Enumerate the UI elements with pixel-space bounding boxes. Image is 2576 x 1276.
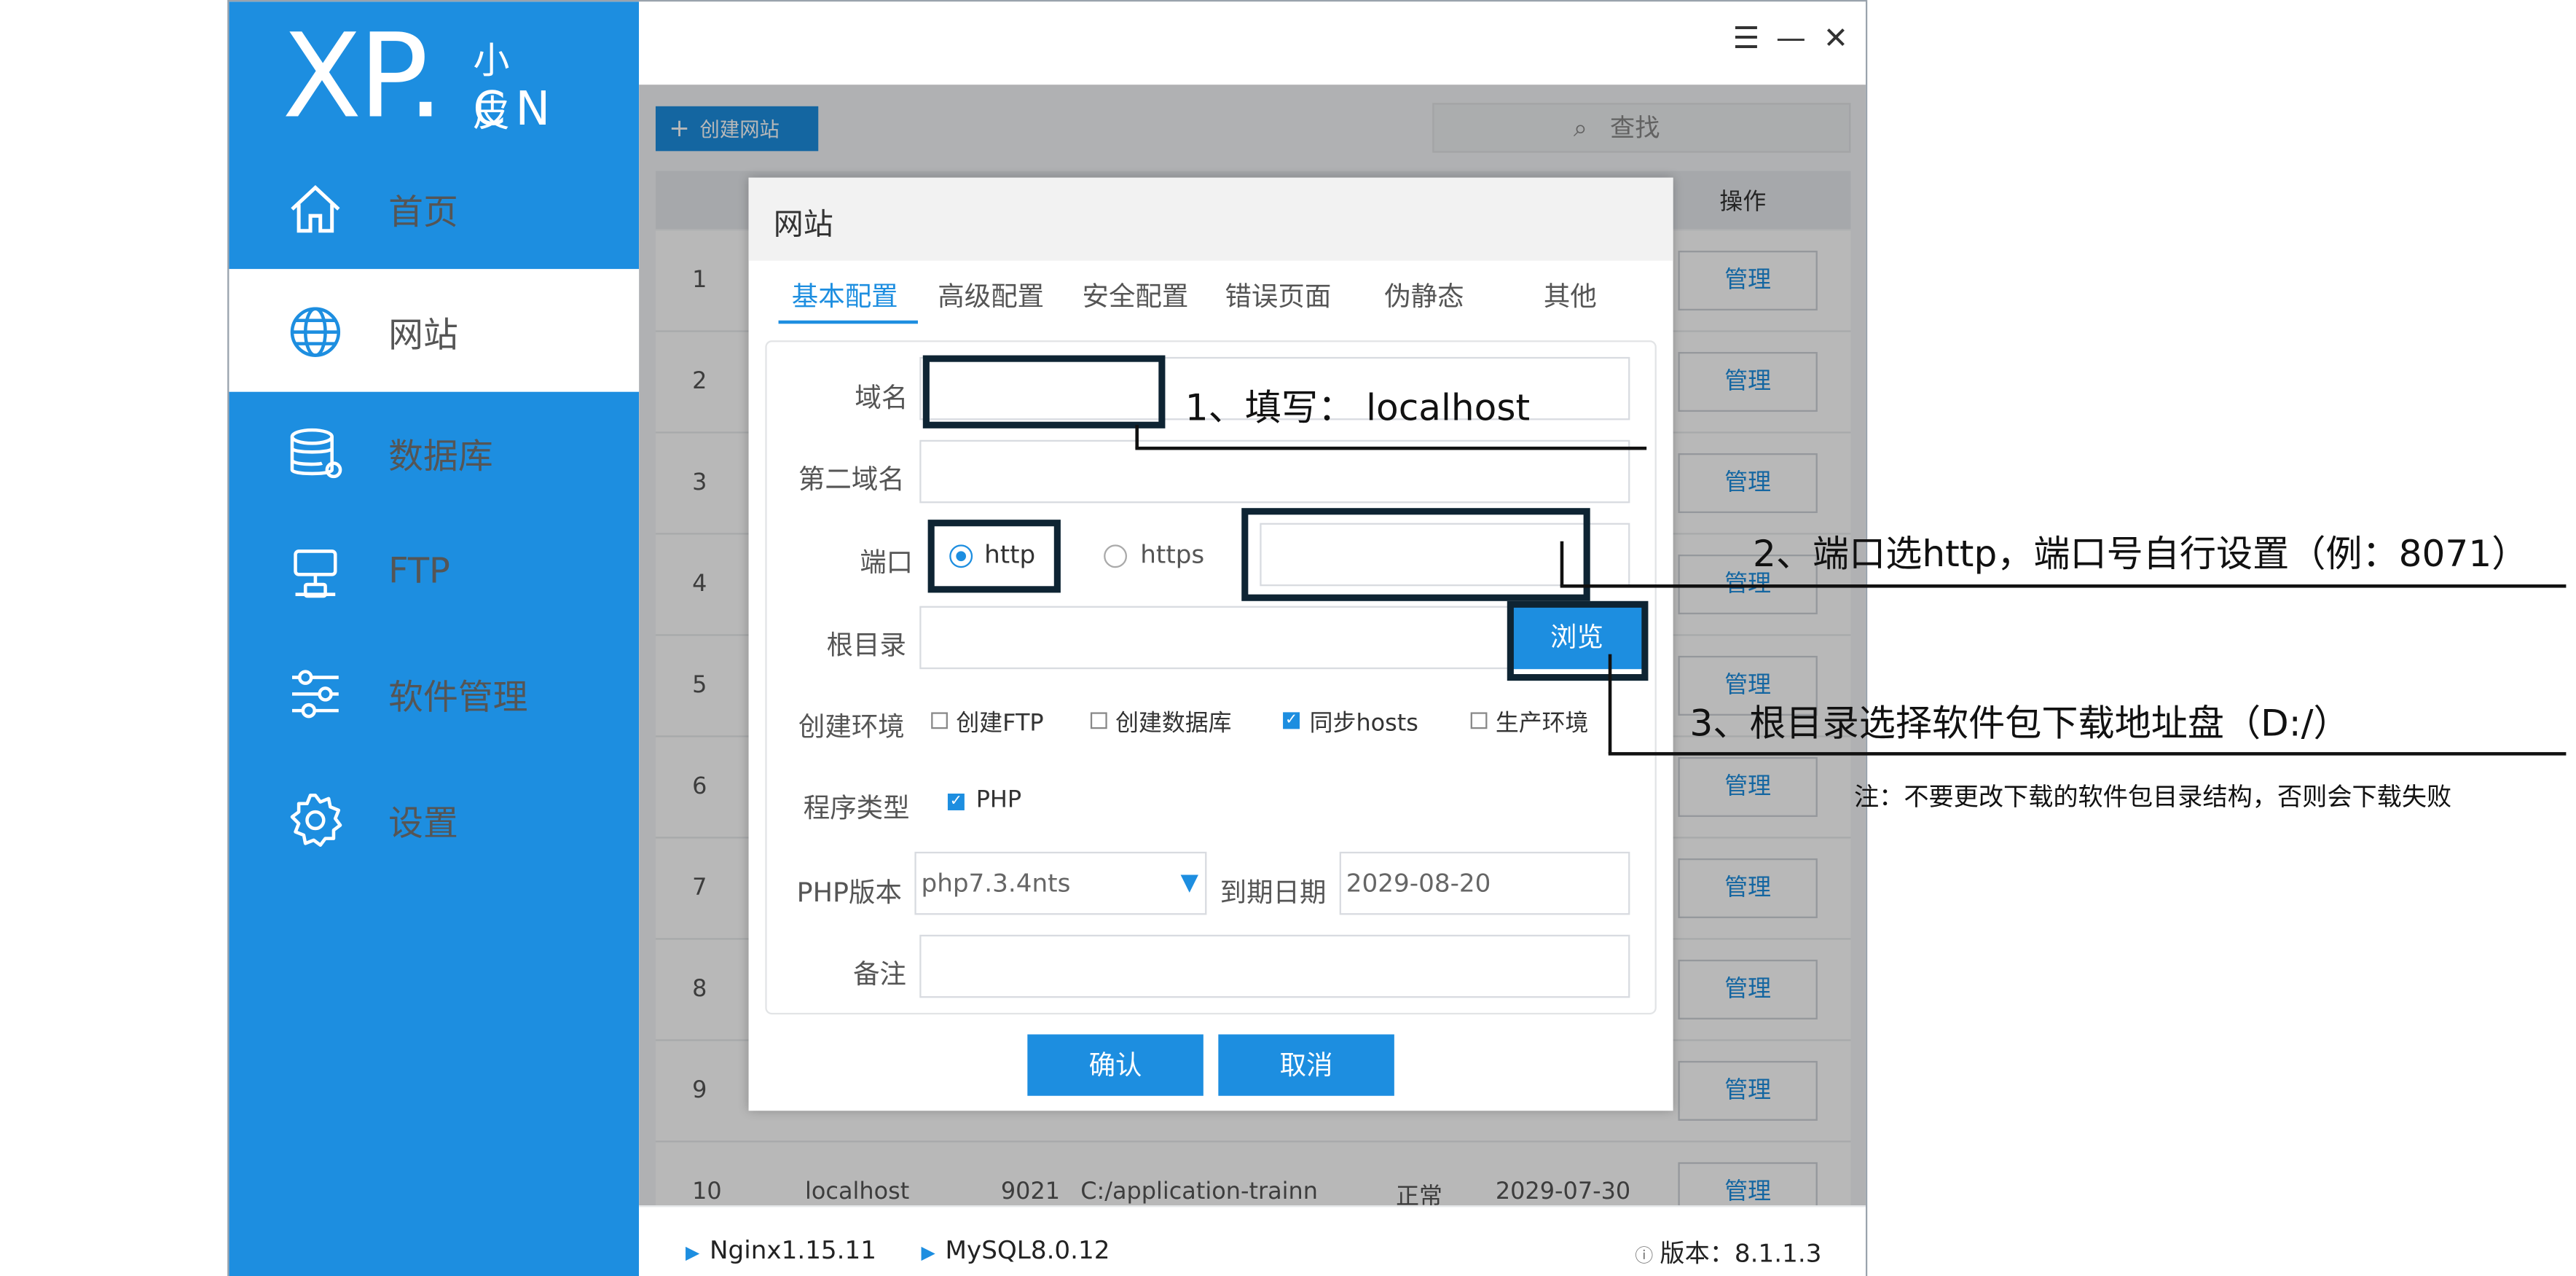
tab-security[interactable]: 安全配置 xyxy=(1083,274,1189,314)
sidebar-item-settings[interactable]: 设置 xyxy=(229,757,639,880)
note-label: 备注 xyxy=(853,958,907,990)
tab-advanced[interactable]: 高级配置 xyxy=(938,274,1044,314)
root-dir-label: 根目录 xyxy=(826,629,907,661)
port-label: 端口 xyxy=(860,546,914,578)
tab-basic[interactable]: 基本配置 xyxy=(792,274,898,314)
logo-xp: XP. xyxy=(282,8,444,145)
annotation-line-2b xyxy=(1560,584,2567,588)
sidebar-item-label: 设置 xyxy=(388,803,458,844)
annotation-step1: 1、填写： localhost xyxy=(1185,388,1531,431)
annotation-box-http xyxy=(927,520,1061,593)
annotation-line-1a xyxy=(1135,425,1139,449)
screenshot-stage: XP. 小皮 CN 首页 网站 数据库 FTP 软件管理 设置 ☰ — ✕ + … xyxy=(0,0,2576,1276)
php-version-select[interactable]: php7.3.4nts ▼ xyxy=(914,851,1207,915)
active-tab-indicator xyxy=(778,320,918,324)
php-version-value: php7.3.4nts xyxy=(921,868,1071,899)
play-icon: ▶ xyxy=(685,1242,700,1264)
sidebar-item-label: 首页 xyxy=(388,192,458,232)
tab-error-page[interactable]: 错误页面 xyxy=(1225,274,1331,314)
home-icon xyxy=(291,185,340,233)
program-type-label: 程序类型 xyxy=(803,791,910,824)
sliders-icon xyxy=(291,670,339,719)
info-icon: ⓘ xyxy=(1635,1245,1654,1267)
sidebar-item-home[interactable]: 首页 xyxy=(229,146,639,269)
annotation-line-3a xyxy=(1608,654,1612,754)
sync-hosts-label: 同步hosts xyxy=(1309,711,1418,737)
root-dir-input[interactable] xyxy=(919,606,1517,670)
create-ftp-label: 创建FTP xyxy=(956,711,1044,737)
title-bar: ☰ — ✕ xyxy=(639,1,1866,85)
expire-date-input[interactable]: 2029-08-20 xyxy=(1339,851,1630,915)
create-db-checkbox[interactable] xyxy=(1090,712,1107,729)
dialog-title: 网站 xyxy=(773,207,833,243)
database-icon xyxy=(290,428,342,479)
sidebar-item-ftp[interactable]: FTP xyxy=(229,512,639,635)
sidebar-item-database[interactable]: 数据库 xyxy=(229,390,639,513)
php-checkbox[interactable]: ✓ xyxy=(947,794,965,810)
cancel-button[interactable]: 取消 xyxy=(1218,1034,1394,1096)
tab-rewrite[interactable]: 伪静态 xyxy=(1384,274,1464,314)
gear-icon xyxy=(290,794,342,847)
create-db-label: 创建数据库 xyxy=(1115,711,1232,737)
menu-icon[interactable]: ☰ xyxy=(1729,22,1763,58)
nginx-status[interactable]: ▶ Nginx1.15.11 xyxy=(686,1235,876,1265)
status-bar: ▶ Nginx1.15.11 ▶ MySQL8.0.12 ⓘ 版本：8.1.1.3 xyxy=(639,1205,1866,1276)
env-label: 创建环境 xyxy=(798,711,905,743)
dropdown-arrow-icon: ▼ xyxy=(1180,869,1199,897)
close-icon[interactable]: ✕ xyxy=(1819,22,1853,58)
annotation-step3: 3、根目录选择软件包下载地址盘（D:/） xyxy=(1689,704,2350,746)
sidebar-item-label: 数据库 xyxy=(388,437,493,477)
sync-hosts-checkbox[interactable]: ✓ xyxy=(1283,712,1300,729)
https-radio-label: https xyxy=(1140,539,1205,570)
minimize-icon[interactable]: — xyxy=(1775,22,1808,58)
annotation-line-1b xyxy=(1135,446,1647,450)
sidebar-item-label: 网站 xyxy=(388,315,458,356)
https-radio[interactable] xyxy=(1104,544,1128,568)
sidebar-item-label: 软件管理 xyxy=(388,677,528,718)
php-version-label: PHP版本 xyxy=(796,876,902,909)
annotation-note: 注：不要更改下载的软件包目录结构，否则会下载失败 xyxy=(1853,782,2452,813)
globe-icon xyxy=(290,307,341,357)
version-info: ⓘ 版本：8.1.1.3 xyxy=(1635,1235,1821,1270)
note-input[interactable] xyxy=(919,934,1630,998)
php-label: PHP xyxy=(975,786,1022,814)
production-env-label: 生产环境 xyxy=(1495,711,1589,737)
sidebar-item-website[interactable]: 网站 xyxy=(229,269,640,392)
annotation-line-2a xyxy=(1560,541,1564,587)
mysql-label: MySQL8.0.12 xyxy=(945,1235,1110,1266)
annotation-box-domain xyxy=(922,355,1166,428)
annotation-box-browse xyxy=(1507,600,1649,681)
dialog-header: 网站 xyxy=(748,177,1673,261)
production-env-checkbox[interactable] xyxy=(1470,712,1488,729)
sidebar-item-software[interactable]: 软件管理 xyxy=(229,631,639,754)
nginx-label: Nginx1.15.11 xyxy=(709,1235,877,1266)
tab-other[interactable]: 其他 xyxy=(1544,274,1597,314)
annotation-box-port xyxy=(1241,508,1590,601)
version-label: 版本：8.1.1.3 xyxy=(1660,1238,1822,1269)
sidebar-item-label: FTP xyxy=(388,551,450,592)
expire-date-label: 到期日期 xyxy=(1220,876,1327,909)
annotation-line-3b xyxy=(1608,752,2567,756)
second-domain-label: 第二域名 xyxy=(798,463,905,495)
annotation-step2: 2、端口选http，端口号自行设置（例：8071） xyxy=(1752,534,2529,576)
ftp-icon xyxy=(294,549,337,598)
expire-date-value: 2029-08-20 xyxy=(1346,868,1491,899)
create-ftp-checkbox[interactable] xyxy=(931,712,948,729)
logo-cn: CN xyxy=(473,81,560,136)
mysql-status[interactable]: ▶ MySQL8.0.12 xyxy=(922,1235,1110,1265)
sidebar: XP. 小皮 CN 首页 网站 数据库 FTP 软件管理 设置 xyxy=(229,1,640,1276)
play-icon: ▶ xyxy=(921,1242,935,1264)
domain-label: 域名 xyxy=(855,382,908,414)
confirm-button[interactable]: 确认 xyxy=(1027,1034,1203,1096)
